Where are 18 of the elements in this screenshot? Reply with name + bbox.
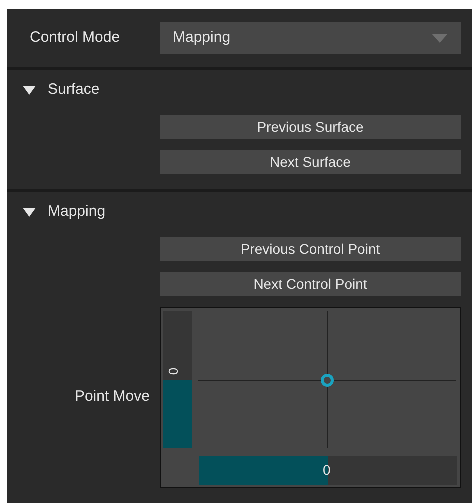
- xy-pad[interactable]: 0 0: [160, 307, 461, 488]
- section-button[interactable]: Next Surface: [160, 150, 461, 174]
- point-move-label: Point Move: [74, 387, 151, 408]
- vertical-slider[interactable]: 0: [163, 311, 192, 448]
- section-button[interactable]: Next Control Point: [160, 272, 461, 296]
- section-header[interactable]: Surface: [7, 70, 472, 110]
- horizontal-slider-value: 0: [323, 463, 331, 477]
- collapse-triangle-icon: [23, 86, 36, 94]
- control-mode-label: Control Mode: [29, 28, 122, 48]
- control-mode-dropdown[interactable]: Mapping: [160, 22, 461, 54]
- section-button[interactable]: Previous Control Point: [160, 237, 461, 261]
- vertical-slider-value: 0: [167, 367, 180, 375]
- collapse-triangle-icon: [23, 208, 36, 216]
- dropdown-caret-icon: [432, 34, 448, 42]
- horizontal-slider[interactable]: 0: [199, 456, 457, 485]
- section-button[interactable]: Previous Surface: [160, 115, 461, 139]
- control-point-handle[interactable]: [321, 374, 334, 386]
- section-header[interactable]: Mapping: [7, 192, 472, 232]
